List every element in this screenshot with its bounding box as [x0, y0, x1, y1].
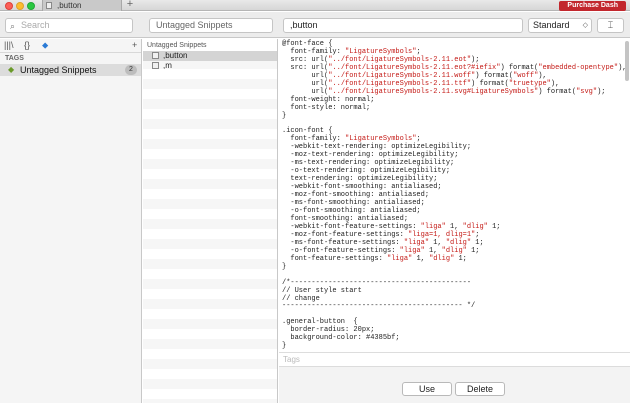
list-item[interactable]: ,m	[143, 61, 277, 71]
braces-icon[interactable]: {}	[24, 40, 30, 50]
tags-input[interactable]: Tags	[279, 354, 630, 366]
snippet-list: Untagged Snippets ,button ,m	[143, 39, 278, 403]
code-content[interactable]: @font-face { font-family: "LigatureSymbo…	[279, 39, 630, 352]
delete-button[interactable]: Delete	[455, 382, 505, 396]
bottom-bar: Use Delete	[279, 366, 630, 403]
add-tag-button[interactable]: +	[132, 40, 137, 50]
tags-heading: TAGS	[5, 55, 24, 62]
editor-scrollbar[interactable]	[625, 41, 629, 81]
list-item-label: ,button	[163, 51, 188, 60]
use-button[interactable]: Use	[402, 382, 452, 396]
tab-title: ,button	[57, 1, 82, 10]
sidebar-item-label: Untagged Snippets	[20, 65, 97, 75]
insert-placeholder-button[interactable]: ⌶	[597, 18, 624, 33]
snippet-file-icon	[152, 62, 159, 69]
count-badge: 2	[125, 65, 137, 75]
purchase-button[interactable]: Purchase Dash	[559, 1, 626, 11]
snippet-file-icon	[152, 52, 159, 59]
title-bar: ,button + Purchase Dash	[0, 0, 630, 11]
library-icon[interactable]: |||\	[4, 40, 14, 50]
list-item[interactable]: ,button	[143, 51, 277, 61]
new-tab-button[interactable]: +	[125, 0, 135, 10]
toolbar: ⌕ Search Untagged Snippets ,button Stand…	[0, 12, 630, 38]
code-editor[interactable]: @font-face { font-family: "LigatureSymbo…	[279, 39, 630, 353]
list-heading: Untagged Snippets	[143, 39, 277, 51]
chevron-updown-icon: ◇	[582, 22, 588, 29]
close-window-button[interactable]	[5, 2, 13, 10]
syntax-select[interactable]: Standard ◇	[528, 18, 592, 33]
minimize-window-button[interactable]	[16, 2, 24, 10]
search-icon: ⌕	[10, 21, 16, 31]
sidebar-item-untagged[interactable]: ◆ Untagged Snippets 2	[0, 64, 141, 76]
snippet-group-field[interactable]: Untagged Snippets	[149, 18, 273, 33]
list-item-label: ,m	[163, 61, 172, 70]
tag-icon[interactable]: ⬥	[42, 40, 48, 51]
zoom-window-button[interactable]	[27, 2, 35, 10]
search-input[interactable]: ⌕ Search	[5, 18, 133, 33]
untagged-icon: ◆	[8, 65, 15, 74]
snippet-file-icon	[46, 2, 52, 9]
snippet-title-input[interactable]: ,button	[283, 18, 523, 33]
sidebar-tools: |||\ {} ⬥ +	[0, 39, 141, 53]
sidebar: |||\ {} ⬥ + TAGS ◆ Untagged Snippets 2	[0, 39, 142, 403]
syntax-select-value: Standard	[533, 20, 570, 30]
text-cursor-icon: ⌶	[607, 20, 614, 30]
search-placeholder: Search	[21, 20, 50, 30]
tab-button-snippet[interactable]: ,button	[42, 0, 122, 11]
